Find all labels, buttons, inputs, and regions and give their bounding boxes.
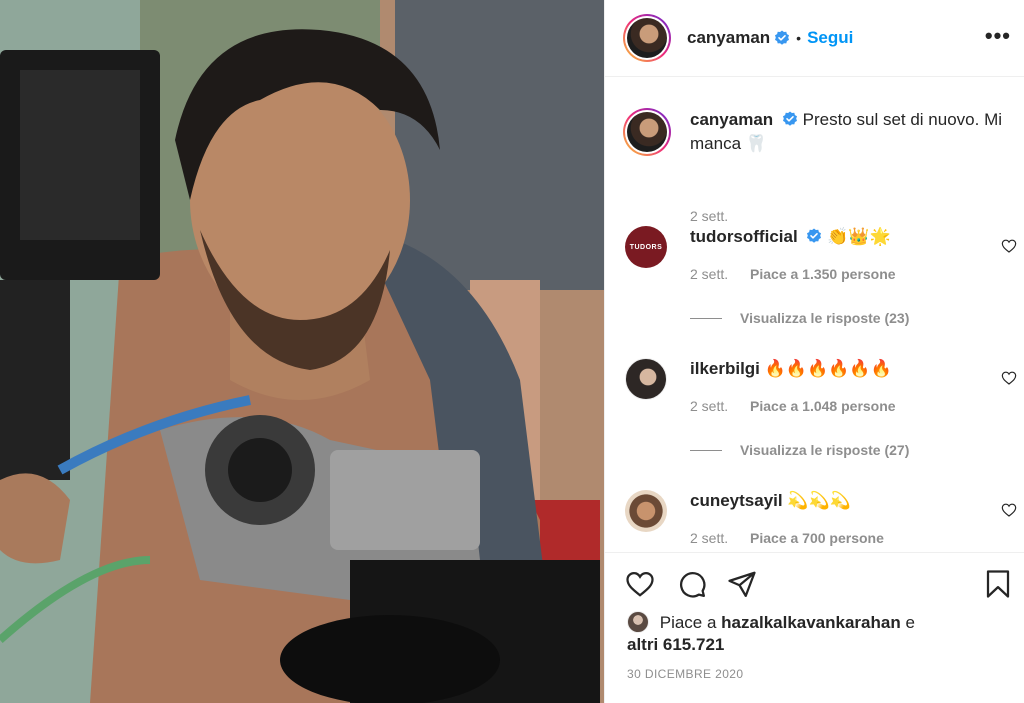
share-icon[interactable] <box>727 569 757 599</box>
comments-list[interactable]: canyaman Presto sul set di nuovo. Mi man… <box>605 78 1024 552</box>
likes-suffix: e <box>905 613 915 632</box>
comment-like-heart-icon[interactable] <box>1001 502 1017 518</box>
verified-badge-icon <box>807 228 822 243</box>
commenter-avatar[interactable]: TUDORS <box>625 226 667 268</box>
comment-like-heart-icon[interactable] <box>1001 370 1017 386</box>
tudors-logo-text: TUDORS <box>629 243 663 251</box>
commenter-username[interactable]: ilkerbilgi <box>690 359 760 378</box>
view-replies-label: Visualizza le risposte (27) <box>740 442 910 458</box>
replies-divider-line <box>690 317 722 319</box>
post-actions-bar: Piace a hazalkalkavankarahan e altri 615… <box>605 552 1024 703</box>
post-date[interactable]: 30 DICEMBRE 2020 <box>627 667 743 681</box>
caption-username[interactable]: canyaman <box>690 110 773 129</box>
comment-body: tudorsofficial 👏👑🌟 <box>690 226 990 248</box>
bookmark-icon[interactable] <box>983 569 1013 599</box>
comment-text: 🔥🔥🔥🔥🔥🔥 <box>764 359 892 378</box>
comment-text: 👏👑🌟 <box>827 227 891 246</box>
comment-meta: 2 sett. Piace a 1.048 persone <box>690 398 914 414</box>
comment-text: 💫💫💫 <box>787 491 851 510</box>
verified-badge-icon <box>782 111 797 126</box>
comment-body: ilkerbilgi 🔥🔥🔥🔥🔥🔥 <box>690 358 990 380</box>
liker-avatar <box>627 611 649 633</box>
commenter-avatar[interactable] <box>625 358 667 400</box>
caption-text: canyaman Presto sul set di nuovo. Mi man… <box>690 108 1010 156</box>
post-photo-illustration <box>0 0 604 703</box>
author-username[interactable]: canyaman <box>687 28 770 48</box>
post-side-panel: canyaman • Segui ••• canyaman Presto sul… <box>604 0 1024 703</box>
verified-badge-icon <box>775 30 790 45</box>
likes-summary: Piace a hazalkalkavankarahan e altri 615… <box>627 611 1007 656</box>
caption-author-avatar[interactable] <box>623 108 671 156</box>
comment-timestamp[interactable]: 2 sett. <box>690 530 728 546</box>
comment-meta: 2 sett. Piace a 1.350 persone <box>690 266 914 282</box>
view-replies-button[interactable]: Visualizza le risposte (27) <box>690 442 909 458</box>
comment-like-heart-icon[interactable] <box>1001 238 1017 254</box>
comment-likes-count[interactable]: Piace a 700 persone <box>750 530 884 546</box>
commenter-avatar[interactable] <box>625 490 667 532</box>
view-replies-label: Visualizza le risposte (23) <box>740 310 910 326</box>
comment-likes-count[interactable]: Piace a 1.350 persone <box>750 266 896 282</box>
separator-dot: • <box>796 30 802 46</box>
commenter-username[interactable]: tudorsofficial <box>690 227 798 246</box>
author-avatar[interactable] <box>623 14 671 62</box>
comment-body: cuneytsayil 💫💫💫 <box>690 490 990 512</box>
follow-button[interactable]: Segui <box>807 28 853 48</box>
liker-username[interactable]: hazalkalkavankarahan <box>721 613 901 632</box>
comment-likes-count[interactable]: Piace a 1.048 persone <box>750 398 896 414</box>
comment-icon[interactable] <box>677 569 707 599</box>
comment-timestamp[interactable]: 2 sett. <box>690 266 728 282</box>
heart-icon[interactable] <box>625 569 655 599</box>
post-photo[interactable] <box>0 0 604 703</box>
comment-meta: 2 sett. Piace a 700 persone <box>690 530 902 546</box>
view-replies-button[interactable]: Visualizza le risposte (23) <box>690 310 909 326</box>
commenter-username[interactable]: cuneytsayil <box>690 491 783 510</box>
caption-timestamp[interactable]: 2 sett. <box>690 208 728 224</box>
likes-prefix: Piace a <box>659 613 717 632</box>
replies-divider-line <box>690 449 722 451</box>
likes-count-link[interactable]: altri 615.721 <box>627 635 724 654</box>
comment-timestamp[interactable]: 2 sett. <box>690 398 728 414</box>
post-header: canyaman • Segui ••• <box>605 0 1024 77</box>
more-options-icon[interactable]: ••• <box>985 25 1011 47</box>
